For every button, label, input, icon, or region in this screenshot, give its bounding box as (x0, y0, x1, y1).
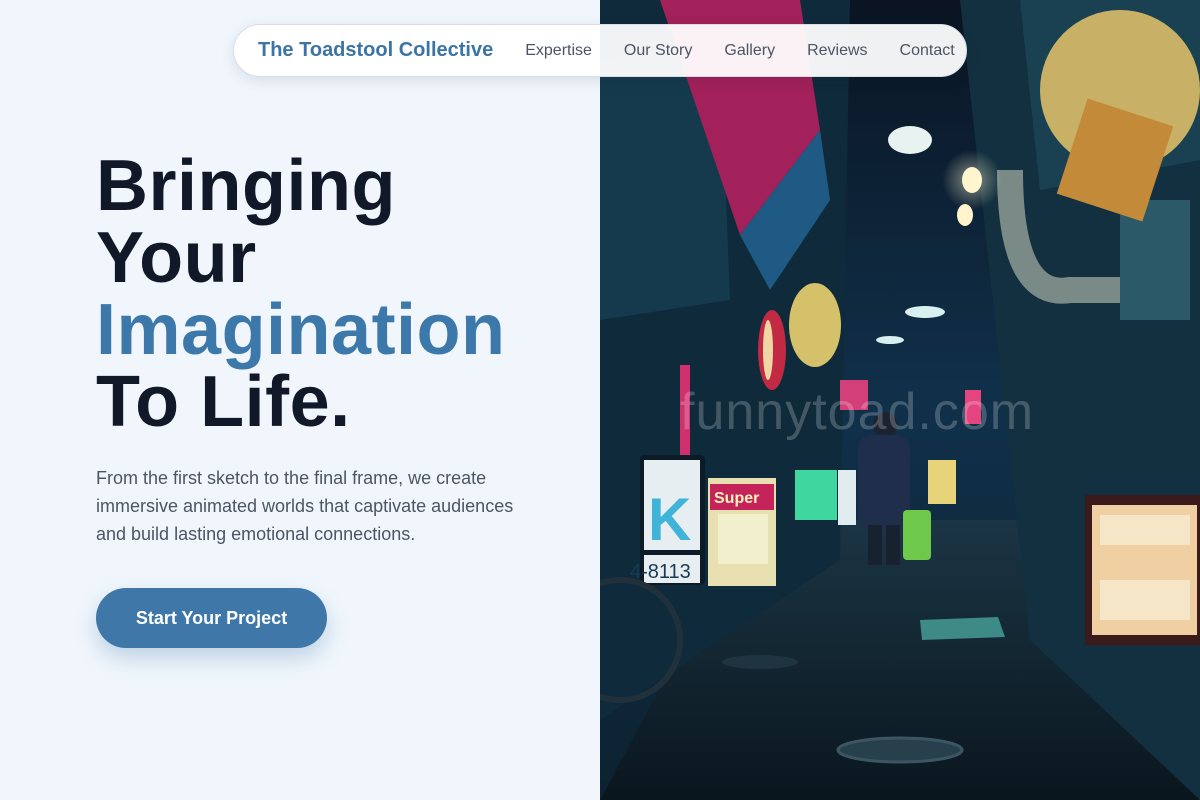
nav-link-contact[interactable]: Contact (900, 42, 955, 60)
start-project-button[interactable]: Start Your Project (96, 588, 327, 648)
sign-phone-number: 4-8113 (630, 561, 691, 583)
hero-description: From the first sketch to the final frame… (96, 468, 514, 544)
hero-heading-line-1: Bringing (96, 146, 396, 226)
nav-link-reviews[interactable]: Reviews (807, 42, 867, 60)
nav-link-our-story[interactable]: Our Story (624, 42, 692, 60)
sign-super: Super (714, 490, 759, 507)
top-navbar: The Toadstool Collective Expertise Our S… (233, 24, 967, 77)
hero-heading-line-4: To Life. (96, 362, 351, 442)
sign-letter-k: K (648, 486, 691, 553)
nav-link-expertise[interactable]: Expertise (525, 42, 592, 60)
hero-heading-accent: Imagination (96, 290, 506, 370)
brand-logo-link[interactable]: The Toadstool Collective (258, 39, 493, 62)
hero-heading-line-2: Your (96, 218, 257, 298)
hero-heading: Bringing Your Imagination To Life. (96, 150, 506, 438)
nav-link-gallery[interactable]: Gallery (724, 42, 775, 60)
hero-image-alley-night: K 4-8113 Super (600, 0, 1200, 800)
